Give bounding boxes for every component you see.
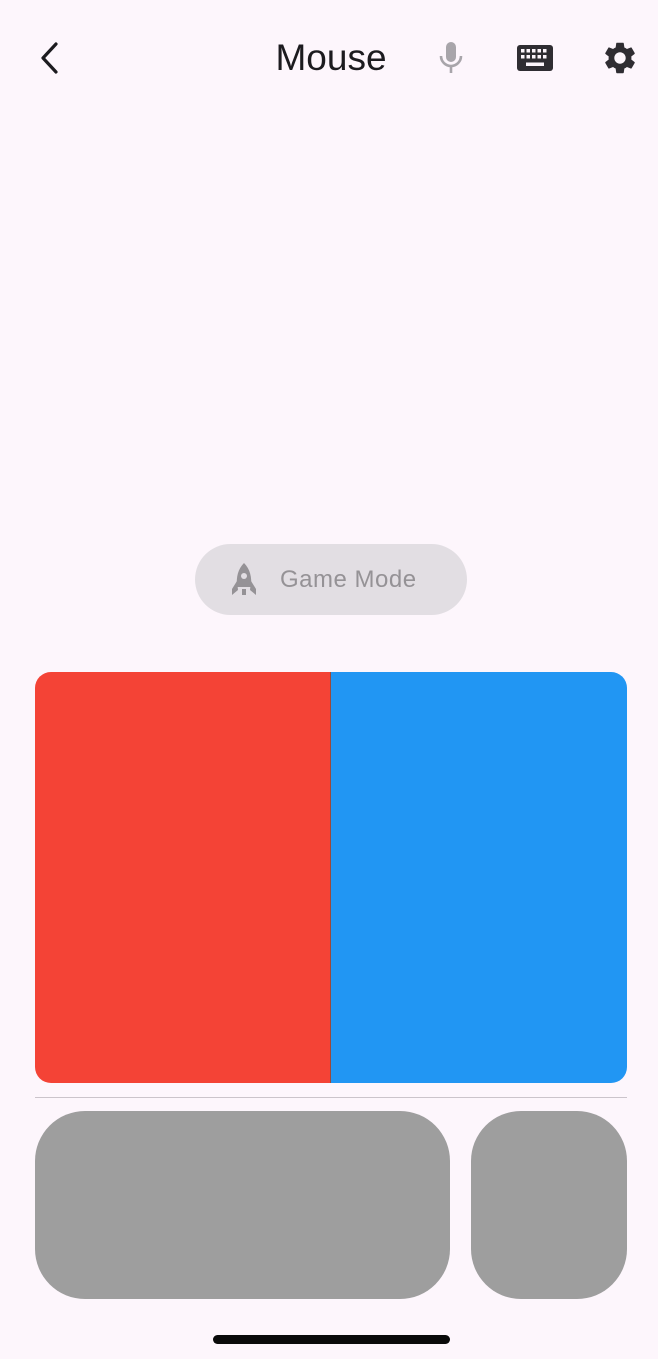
back-button[interactable] — [26, 34, 74, 82]
touchpad-area[interactable] — [35, 1111, 450, 1299]
game-mode-label: Game Mode — [280, 565, 417, 593]
divider — [35, 1097, 627, 1098]
gear-icon — [605, 42, 635, 74]
keyboard-button[interactable] — [511, 34, 559, 82]
rocket-icon — [227, 560, 261, 600]
settings-button[interactable] — [596, 34, 644, 82]
click-buttons-area — [35, 672, 627, 1083]
left-click-button[interactable] — [35, 672, 331, 1083]
game-mode-button[interactable]: Game Mode — [195, 544, 467, 615]
app-header: Mouse — [0, 0, 658, 116]
chevron-left-icon — [41, 42, 58, 74]
page-title: Mouse — [275, 37, 387, 78]
microphone-icon — [439, 42, 463, 73]
scroll-pad[interactable] — [471, 1111, 627, 1299]
home-indicator[interactable] — [213, 1335, 450, 1344]
keyboard-icon — [517, 45, 553, 71]
voice-input-button[interactable] — [427, 34, 475, 82]
right-click-button[interactable] — [331, 672, 627, 1083]
